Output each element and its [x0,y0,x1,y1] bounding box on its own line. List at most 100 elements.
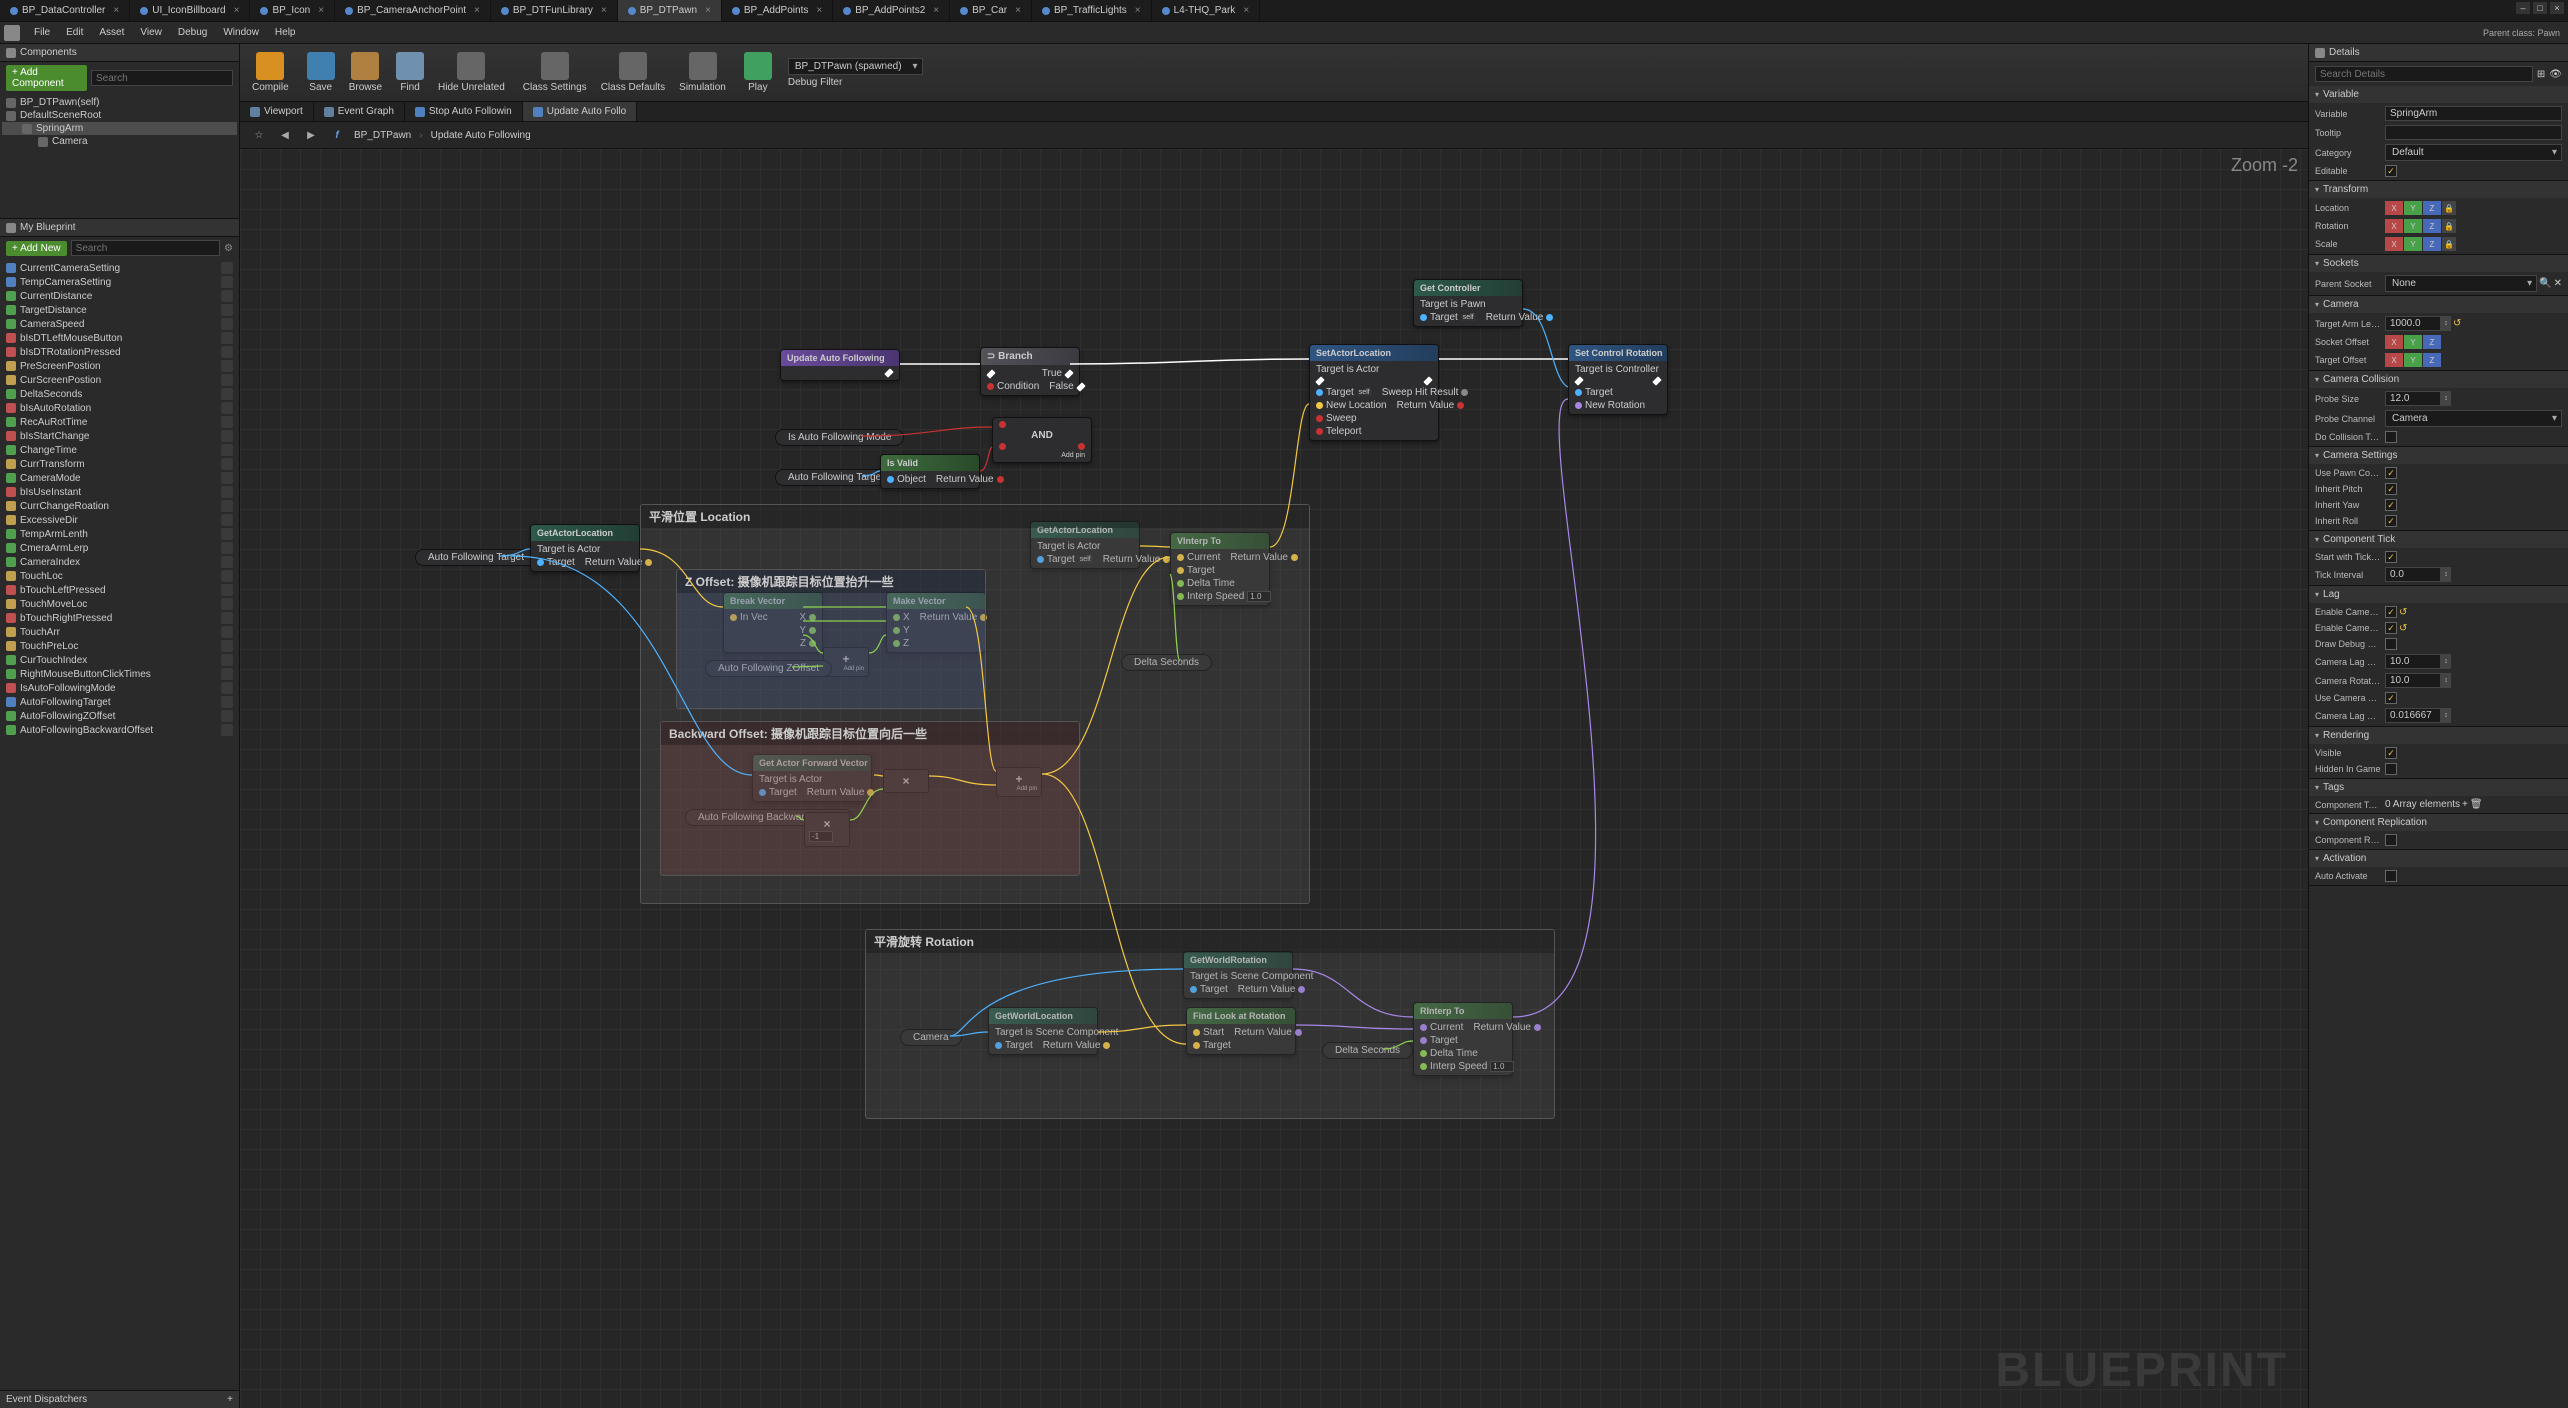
variable-item[interactable]: TouchPreLoc [2,639,237,653]
search-options-icon[interactable]: ⚙ [224,243,233,254]
menu-window[interactable]: Window [215,25,267,40]
variable-item[interactable]: TouchLoc [2,569,237,583]
cam-lag-max-input[interactable] [2385,708,2441,723]
variable-badge[interactable] [221,304,233,316]
node-auto-target[interactable]: Auto Following Target [775,469,897,486]
menu-view[interactable]: View [132,25,170,40]
debug-object-combo[interactable]: BP_DTPawn (spawned) [788,58,923,75]
variable-item[interactable]: CameraMode [2,471,237,485]
variable-badge[interactable] [221,360,233,372]
variable-badge[interactable] [221,724,233,736]
node-branch[interactable]: ⊃ BranchTrueConditionFalse [980,347,1080,396]
tab-6[interactable]: BP_AddPoints× [722,0,833,21]
clear-tags-icon[interactable]: 🗑 [2470,799,2483,810]
variable-badge[interactable] [221,388,233,400]
comment-backward[interactable]: Backward Offset: 摄像机跟踪目标位置向后一些 [661,722,1079,745]
variable-badge[interactable] [221,626,233,638]
variable-item[interactable]: TargetDistance [2,303,237,317]
node-is-auto-mode[interactable]: Is Auto Following Mode [775,429,904,446]
find-button[interactable]: Find [394,50,426,95]
reset-icon[interactable]: ↺ [2399,623,2407,634]
section-replication[interactable]: Component Replication [2309,814,2568,831]
variable-item[interactable]: RecAuRotTime [2,415,237,429]
variable-item[interactable]: AutoFollowingZOffset [2,709,237,723]
variable-item[interactable]: IsAutoFollowingMode [2,681,237,695]
tick-interval-input[interactable] [2385,567,2441,582]
hidden-checkbox[interactable] [2385,763,2397,775]
variable-item[interactable]: bTouchRightPressed [2,611,237,625]
browse-button[interactable]: Browse [347,50,384,95]
variable-badge[interactable] [221,556,233,568]
category-combo[interactable]: Default [2385,144,2562,161]
variable-item[interactable]: CurScreenPostion [2,373,237,387]
parent-class-label[interactable]: Parent class: Pawn [2475,26,2568,40]
socket-clear-icon[interactable]: ✕ [2554,278,2562,289]
add-tag-icon[interactable]: + [2462,799,2468,810]
tab-9[interactable]: BP_TrafficLights× [1032,0,1152,21]
variable-item[interactable]: ChangeTime [2,443,237,457]
draw-debug-checkbox[interactable] [2385,638,2397,650]
variable-badge[interactable] [221,444,233,456]
probe-channel-combo[interactable]: Camera [2385,410,2562,427]
section-tick[interactable]: Component Tick [2309,531,2568,548]
variable-badge[interactable] [221,276,233,288]
details-search[interactable] [2315,66,2533,82]
variable-badge[interactable] [221,682,233,694]
play-button[interactable]: Play [742,50,774,95]
maximize-button[interactable]: □ [2533,2,2547,14]
start-tick-checkbox[interactable] [2385,551,2397,563]
variable-item[interactable]: bIsStartChange [2,429,237,443]
tooltip-input[interactable] [2385,125,2562,140]
section-lag[interactable]: Lag [2309,586,2568,603]
variable-badge[interactable] [221,500,233,512]
node-get-controller[interactable]: Get ControllerTarget is PawnTarget selfR… [1413,279,1523,327]
variable-badge[interactable] [221,514,233,526]
close-button[interactable]: × [2550,2,2564,14]
variable-item[interactable]: bTouchLeftPressed [2,583,237,597]
tab-2[interactable]: BP_Icon× [250,0,335,21]
section-variable[interactable]: Variable [2309,86,2568,103]
location-xyz[interactable]: XYZ🔒 [2385,201,2456,215]
variable-item[interactable]: bIsDTRotationPressed [2,345,237,359]
variable-item[interactable]: ExcessiveDir [2,513,237,527]
variable-badge[interactable] [221,668,233,680]
cam-rot-speed-input[interactable] [2385,673,2441,688]
variable-item[interactable]: bIsDTLeftMouseButton [2,331,237,345]
variable-badge[interactable] [221,332,233,344]
variable-item[interactable]: CurrTransform [2,457,237,471]
variable-item[interactable]: CmeraArmLerp [2,541,237,555]
breadcrumb-back[interactable]: ◀ [276,126,294,144]
section-transform[interactable]: Transform [2309,181,2568,198]
menu-debug[interactable]: Debug [170,25,215,40]
variable-badge[interactable] [221,542,233,554]
variable-badge[interactable] [221,430,233,442]
variable-badge[interactable] [221,612,233,624]
section-activation[interactable]: Activation [2309,850,2568,867]
variable-badge[interactable] [221,598,233,610]
section-camera[interactable]: Camera [2309,296,2568,313]
class-settings-button[interactable]: Class Settings [521,50,589,95]
probe-size-input[interactable] [2385,391,2441,406]
variable-item[interactable]: CurTouchIndex [2,653,237,667]
variable-badge[interactable] [221,710,233,722]
visible-checkbox[interactable] [2385,747,2397,759]
variable-badge[interactable] [221,402,233,414]
variable-badge[interactable] [221,696,233,708]
comment-location[interactable]: 平滑位置 Location [641,505,1309,528]
parent-socket-combo[interactable]: None [2385,275,2537,292]
variable-item[interactable]: RightMouseButtonClickTimes [2,667,237,681]
component-item[interactable]: DefaultSceneRoot [2,109,237,122]
variable-item[interactable]: CurrentCameraSetting [2,261,237,275]
comment-rotation[interactable]: 平滑旋转 Rotation [866,930,1554,953]
inherit-roll-checkbox[interactable] [2385,515,2397,527]
save-button[interactable]: Save [305,50,337,95]
tab-3[interactable]: BP_CameraAnchorPoint× [335,0,491,21]
do-collision-checkbox[interactable] [2385,431,2397,443]
variable-item[interactable]: bIsUseInstant [2,485,237,499]
variable-item[interactable]: PreScreenPostion [2,359,237,373]
variable-item[interactable]: TempCameraSetting [2,275,237,289]
comment-zoffset[interactable]: Z Offset: 摄像机跟踪目标位置抬升一些 [677,570,985,593]
graph-tab-updateauto[interactable]: Update Auto Follo [523,102,638,121]
simulation-button[interactable]: Simulation [677,50,728,95]
enable-cam-rot-lag-checkbox[interactable] [2385,622,2397,634]
